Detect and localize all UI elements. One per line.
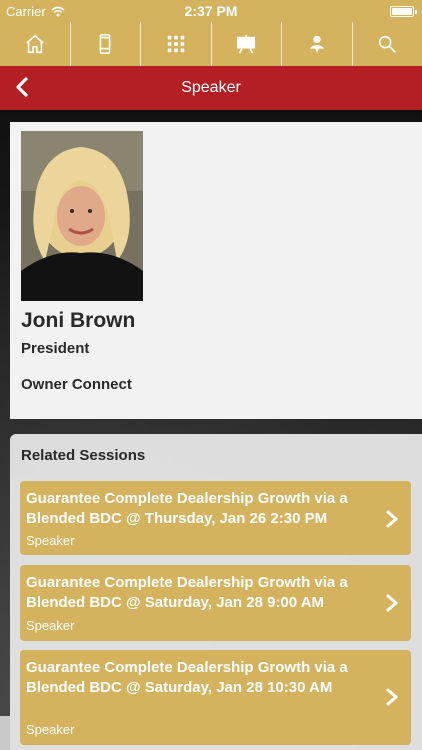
session-item[interactable]: Guarantee Complete Dealership Growth via… (20, 650, 411, 745)
chevron-right-icon (385, 687, 399, 707)
speaker-photo (21, 131, 143, 301)
chevron-right-icon (385, 509, 399, 529)
session-title: Guarantee Complete Dealership Growth via… (26, 659, 348, 696)
grid-button[interactable] (141, 22, 212, 66)
top-bar: Carrier 2:37 PM (0, 0, 422, 66)
status-bar: Carrier 2:37 PM (0, 0, 422, 22)
home-button[interactable] (0, 22, 71, 66)
nav-bar: Speaker (0, 66, 422, 110)
battery-icon (390, 6, 417, 17)
toolbar (0, 22, 422, 66)
phone-button[interactable] (71, 22, 141, 66)
search-button[interactable] (353, 22, 422, 66)
session-title: Guarantee Complete Dealership Growth via… (26, 490, 348, 527)
status-time: 2:37 PM (184, 3, 238, 19)
bottom-strip (0, 716, 10, 750)
grid-icon (167, 35, 184, 53)
presentation-icon (237, 34, 256, 54)
search-icon (379, 35, 397, 53)
session-item[interactable]: Guarantee Complete Dealership Growth via… (20, 481, 411, 555)
related-sessions-heading: Related Sessions (21, 447, 146, 464)
session-role: Speaker (26, 533, 75, 548)
speaker-company: Owner Connect (21, 376, 132, 393)
speakers-button[interactable] (282, 22, 353, 66)
speaker-card: Joni Brown President Owner Connect (10, 122, 422, 419)
speaker-name: Joni Brown (21, 309, 136, 332)
phone-icon (99, 34, 111, 54)
speaker-title: President (21, 340, 90, 357)
session-role: Speaker (26, 618, 75, 633)
session-title: Guarantee Complete Dealership Growth via… (26, 574, 348, 611)
speaker-icon (309, 35, 325, 54)
page-title: Speaker (181, 79, 241, 96)
home-icon (25, 34, 44, 54)
session-item[interactable]: Guarantee Complete Dealership Growth via… (20, 565, 411, 641)
chevron-right-icon (385, 593, 399, 613)
related-sessions-panel: Related Sessions Guarantee Complete Deal… (10, 434, 422, 750)
presentation-button[interactable] (212, 22, 282, 66)
session-role: Speaker (26, 722, 75, 737)
